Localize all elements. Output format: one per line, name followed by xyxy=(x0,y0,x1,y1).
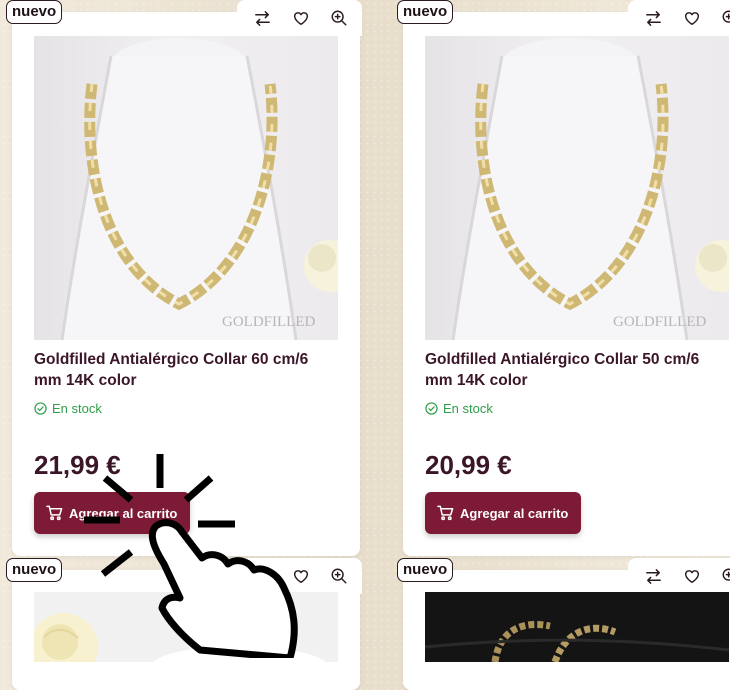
product-price: 20,99 € xyxy=(425,450,512,480)
product-card: nuevo xyxy=(397,558,730,690)
compare-icon[interactable] xyxy=(644,567,663,586)
cart-icon xyxy=(437,505,454,521)
heart-icon[interactable] xyxy=(683,567,701,585)
cart-button-label: Agregar al carrito xyxy=(460,505,569,521)
zoom-in-icon[interactable] xyxy=(330,567,348,585)
card-actions xyxy=(628,558,730,594)
product-image[interactable] xyxy=(425,592,729,662)
watermark-text: GOLDFILLED xyxy=(222,314,315,330)
product-title[interactable]: Goldfilled Antialérgico Collar 50 cm/6 m… xyxy=(425,349,725,391)
check-circle-icon xyxy=(425,402,438,415)
heart-icon[interactable] xyxy=(292,9,310,27)
necklace-image: GOLDFILLED xyxy=(60,38,338,340)
product-title[interactable]: Goldfilled Antialérgico Collar 60 cm/6 m… xyxy=(34,349,334,391)
card-actions xyxy=(237,0,362,36)
stock-status: En stock xyxy=(34,401,102,416)
compare-icon[interactable] xyxy=(644,9,663,28)
product-image[interactable]: GOLDFILLED xyxy=(425,36,729,340)
jewelry-image xyxy=(425,592,729,662)
card-actions xyxy=(628,0,730,36)
pointing-hand-icon xyxy=(84,454,298,658)
add-to-cart-button[interactable]: Agregar al carrito xyxy=(425,492,582,534)
new-badge: nuevo xyxy=(397,0,454,24)
new-badge: nuevo xyxy=(6,0,63,24)
watermark-text: GOLDFILLED xyxy=(613,314,706,330)
product-card: nuevo GOLDFILLED Goldfilled Antialérgico… xyxy=(397,0,730,556)
stock-status: En stock xyxy=(425,401,493,416)
necklace-image: GOLDFILLED xyxy=(451,38,729,340)
check-circle-icon xyxy=(34,402,47,415)
cart-icon xyxy=(46,505,63,521)
zoom-in-icon[interactable] xyxy=(330,9,348,27)
zoom-in-icon[interactable] xyxy=(721,9,730,27)
product-image[interactable]: GOLDFILLED xyxy=(34,36,338,340)
new-badge: nuevo xyxy=(6,558,63,582)
new-badge: nuevo xyxy=(397,558,454,582)
stock-label: En stock xyxy=(52,401,102,416)
compare-icon[interactable] xyxy=(253,9,272,28)
zoom-in-icon[interactable] xyxy=(721,567,730,585)
stock-label: En stock xyxy=(443,401,493,416)
heart-icon[interactable] xyxy=(683,9,701,27)
